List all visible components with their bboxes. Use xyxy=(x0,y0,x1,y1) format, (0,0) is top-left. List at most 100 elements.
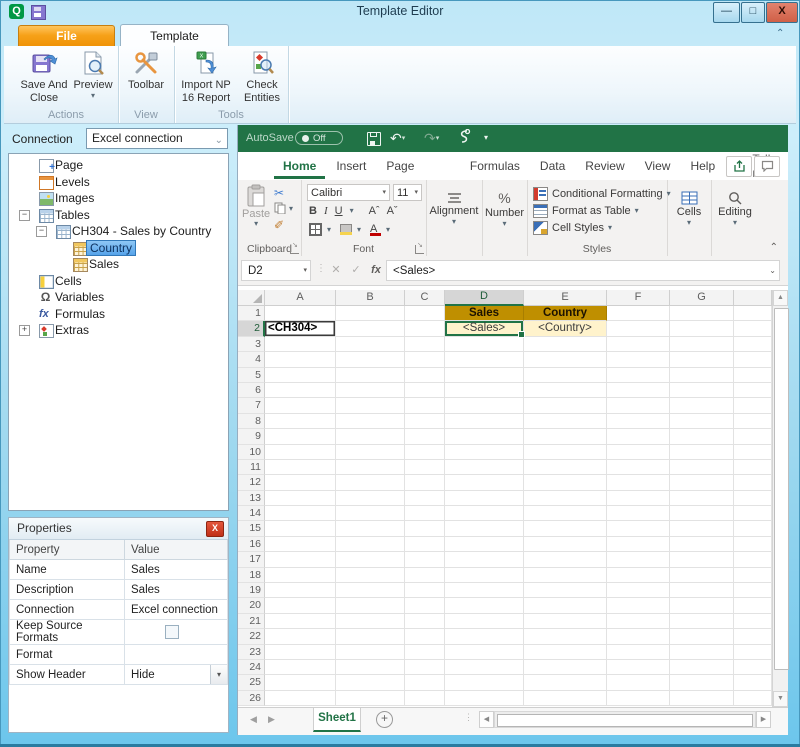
row-header-20[interactable]: 20 xyxy=(238,598,265,613)
row-header-6[interactable]: 6 xyxy=(238,383,265,398)
cell[interactable] xyxy=(524,552,607,567)
cell[interactable] xyxy=(265,629,336,644)
cell[interactable] xyxy=(405,383,445,398)
cell[interactable] xyxy=(607,506,670,521)
cell[interactable] xyxy=(670,521,734,536)
underline-dropdown-icon[interactable]: ▾ xyxy=(350,207,354,215)
customize-quick-access-icon[interactable]: ▾ xyxy=(484,129,488,147)
excel-tab-formulas[interactable]: Formulas xyxy=(461,153,529,179)
collapse-ribbon-icon[interactable]: ⌃ xyxy=(776,28,784,39)
cell[interactable] xyxy=(445,460,524,475)
cell[interactable] xyxy=(336,414,405,429)
scroll-up-icon[interactable]: ▲ xyxy=(773,290,788,306)
font-size-select[interactable]: 11▾ xyxy=(393,184,422,201)
cell[interactable] xyxy=(670,475,734,490)
property-value[interactable] xyxy=(125,620,228,645)
column-header-E[interactable]: E xyxy=(524,290,607,306)
formula-bar-expand-icon[interactable]: ⌄ xyxy=(769,261,776,281)
cell[interactable] xyxy=(607,521,670,536)
cell[interactable] xyxy=(607,306,670,321)
cell[interactable] xyxy=(607,675,670,690)
cell[interactable] xyxy=(445,337,524,352)
cell[interactable] xyxy=(336,675,405,690)
collapse-excel-ribbon-icon[interactable]: ⌃ xyxy=(770,242,778,253)
cell[interactable] xyxy=(670,598,734,613)
cell[interactable] xyxy=(445,645,524,660)
name-box-dropdown-icon[interactable]: ▾ xyxy=(303,261,307,281)
cell[interactable] xyxy=(734,568,772,583)
cell[interactable] xyxy=(405,521,445,536)
cell[interactable] xyxy=(336,321,405,336)
cell[interactable] xyxy=(670,398,734,413)
tree-item-variables[interactable]: ΩVariables xyxy=(9,289,228,306)
row-header-9[interactable]: 9 xyxy=(238,429,265,444)
cell[interactable] xyxy=(670,429,734,444)
cell[interactable] xyxy=(734,675,772,690)
column-header-G[interactable]: G xyxy=(670,290,734,306)
cell[interactable] xyxy=(336,429,405,444)
excel-tab-home[interactable]: Home xyxy=(274,153,325,179)
vertical-scroll-thumb[interactable] xyxy=(774,308,789,670)
tab-template[interactable]: Template xyxy=(120,24,229,47)
cell[interactable] xyxy=(405,368,445,383)
cell[interactable] xyxy=(607,568,670,583)
horizontal-scroll-thumb[interactable] xyxy=(497,714,753,727)
cell[interactable] xyxy=(734,660,772,675)
tree-item-images[interactable]: Images xyxy=(9,190,228,207)
row-header-22[interactable]: 22 xyxy=(238,629,265,644)
cell[interactable] xyxy=(734,383,772,398)
cell[interactable] xyxy=(524,414,607,429)
add-sheet-icon[interactable]: + xyxy=(376,711,393,728)
cell[interactable] xyxy=(670,414,734,429)
row-header-3[interactable]: 3 xyxy=(238,337,265,352)
copy-icon[interactable]: ▾ xyxy=(274,202,288,217)
cell[interactable] xyxy=(734,598,772,613)
cell[interactable] xyxy=(405,491,445,506)
cell[interactable] xyxy=(445,383,524,398)
cell[interactable] xyxy=(265,660,336,675)
italic-button[interactable]: I xyxy=(324,205,328,217)
cell[interactable] xyxy=(524,691,607,706)
decrease-font-button[interactable]: Aˇ xyxy=(387,205,398,217)
collapse-node-icon[interactable]: − xyxy=(36,226,47,237)
font-dialog-launcher-icon[interactable] xyxy=(415,245,424,254)
property-row-keep-source-formats[interactable]: Keep Source Formats xyxy=(10,620,228,645)
cell[interactable] xyxy=(607,491,670,506)
cell[interactable] xyxy=(445,445,524,460)
number-button[interactable]: % Number ▾ xyxy=(482,180,527,238)
cell[interactable] xyxy=(670,368,734,383)
excel-tab-review[interactable]: Review xyxy=(576,153,633,179)
cell[interactable] xyxy=(405,537,445,552)
collapse-node-icon[interactable]: − xyxy=(19,210,30,221)
cell[interactable] xyxy=(445,398,524,413)
cell[interactable] xyxy=(265,383,336,398)
cell[interactable] xyxy=(336,598,405,613)
cell[interactable] xyxy=(265,398,336,413)
cell[interactable] xyxy=(524,598,607,613)
tree-item-cells[interactable]: Cells xyxy=(9,273,228,290)
cell[interactable] xyxy=(405,352,445,367)
cell[interactable] xyxy=(607,445,670,460)
tree-item-tables[interactable]: −Tables xyxy=(9,207,228,224)
cell[interactable] xyxy=(336,552,405,567)
cell[interactable] xyxy=(445,629,524,644)
cell[interactable] xyxy=(734,337,772,352)
spreadsheet-grid[interactable]: ABCDEFG1SalesCountry2<CH304><Sales><Coun… xyxy=(238,290,772,707)
cell[interactable] xyxy=(336,691,405,706)
save-icon[interactable] xyxy=(367,132,381,146)
column-header-B[interactable]: B xyxy=(336,290,405,306)
cell[interactable] xyxy=(734,552,772,567)
cut-icon[interactable]: ✂ xyxy=(274,186,284,200)
select-all-corner[interactable] xyxy=(238,290,265,306)
cell[interactable] xyxy=(445,491,524,506)
cell[interactable] xyxy=(607,398,670,413)
property-row-description[interactable]: DescriptionSales xyxy=(10,580,228,600)
excel-tab-view[interactable]: View xyxy=(636,153,680,179)
row-header-23[interactable]: 23 xyxy=(238,645,265,660)
maximize-button[interactable]: □ xyxy=(741,2,765,23)
cell[interactable] xyxy=(734,445,772,460)
cell[interactable] xyxy=(265,552,336,567)
tab-file[interactable]: File xyxy=(18,25,115,47)
cell[interactable] xyxy=(607,460,670,475)
column-header-C[interactable]: C xyxy=(405,290,445,306)
